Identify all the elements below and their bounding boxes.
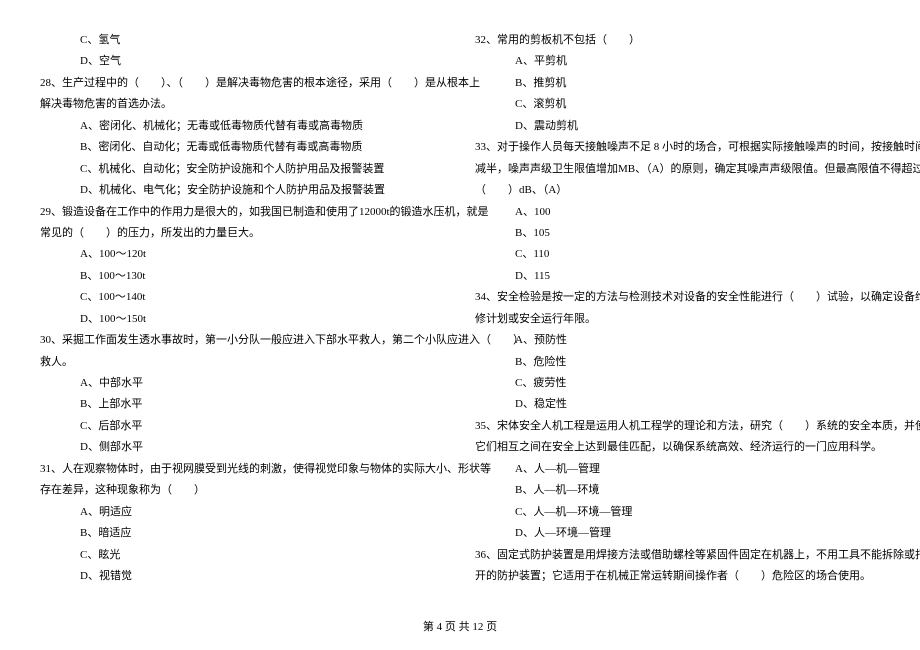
q35-stem-2: 它们相互之间在安全上达到最佳匹配，以确保系统高效、经济运行的一门应用科学。	[475, 437, 880, 458]
q33-stem-2: 减半，噪声声级卫生限值增加MB、（A）的原则，确定其噪声声级限值。但最高限值不得…	[475, 159, 880, 180]
q30-stem-2: 救人。	[40, 352, 445, 373]
q29-opt-d: D、100～150t	[40, 309, 445, 330]
q30-opt-c: C、后部水平	[40, 416, 445, 437]
q33-opt-b: B、105	[475, 223, 880, 244]
q30-opt-a: A、中部水平	[40, 373, 445, 394]
q33-opt-a: A、100	[475, 202, 880, 223]
q31-opt-a: A、明适应	[40, 502, 445, 523]
q29-opt-a: A、100～120t	[40, 244, 445, 265]
q32-opt-d: D、震动剪机	[475, 116, 880, 137]
q31-opt-c: C、眩光	[40, 545, 445, 566]
page-footer: 第 4 页 共 12 页	[0, 617, 920, 638]
q35-stem-1: 35、宋体安全人机工程是运用人机工程学的理论和方法，研究（ ）系统的安全本质，并…	[475, 416, 880, 437]
q28-opt-a: A、密闭化、机械化；无毒或低毒物质代替有毒或高毒物质	[40, 116, 445, 137]
q29-stem-2: 常见的（ ）的压力，所发出的力量巨大。	[40, 223, 445, 244]
q27-opt-d: D、空气	[40, 51, 445, 72]
q29-stem-1: 29、锻造设备在工作中的作用力是很大的，如我国已制造和使用了12000t的锻造水…	[40, 202, 445, 223]
q27-opt-c: C、氢气	[40, 30, 445, 51]
q29-opt-b: B、100～130t	[40, 266, 445, 287]
q34-opt-b: B、危险性	[475, 352, 880, 373]
q31-stem-1: 31、人在观察物体时，由于视网膜受到光线的刺激，使得视觉印象与物体的实际大小、形…	[40, 459, 445, 480]
q28-opt-d: D、机械化、电气化；安全防护设施和个人防护用品及报警装置	[40, 180, 445, 201]
q28-stem-2: 解决毒物危害的首选办法。	[40, 94, 445, 115]
q32-opt-a: A、平剪机	[475, 51, 880, 72]
q33-stem-1: 33、对于操作人员每天接触噪声不足 8 小时的场合，可根据实际接触噪声的时间，按…	[475, 137, 880, 158]
right-column: 32、常用的剪板机不包括（ ） A、平剪机 B、推剪机 C、滚剪机 D、震动剪机…	[475, 30, 880, 610]
q32-opt-b: B、推剪机	[475, 73, 880, 94]
q35-opt-d: D、人—环境—管理	[475, 523, 880, 544]
q34-stem-2: 修计划或安全运行年限。	[475, 309, 880, 330]
q33-opt-d: D、115	[475, 266, 880, 287]
q36-stem-1: 36、固定式防护装置是用焊接方法或借助螺栓等紧固件固定在机器上，不用工具不能拆除…	[475, 545, 880, 566]
q28-opt-b: B、密闭化、自动化；无毒或低毒物质代替有毒或高毒物质	[40, 137, 445, 158]
q30-stem-1: 30、采掘工作面发生透水事故时，第一小分队一般应进入下部水平救人，第二个小队应进…	[40, 330, 445, 351]
q35-opt-a: A、人—机—管理	[475, 459, 880, 480]
q34-opt-a: A、预防性	[475, 330, 880, 351]
q28-stem-1: 28、生产过程中的（ ）、（ ）是解决毒物危害的根本途径，采用（ ）是从根本上	[40, 73, 445, 94]
q34-stem-1: 34、安全检验是按一定的方法与检测技术对设备的安全性能进行（ ）试验，以确定设备…	[475, 287, 880, 308]
q31-opt-d: D、视错觉	[40, 566, 445, 587]
q33-opt-c: C、110	[475, 244, 880, 265]
q36-stem-2: 开的防护装置；它适用于在机械正常运转期间操作者（ ）危险区的场合使用。	[475, 566, 880, 587]
q35-opt-b: B、人—机—环境	[475, 480, 880, 501]
q32-opt-c: C、滚剪机	[475, 94, 880, 115]
q29-opt-c: C、100～140t	[40, 287, 445, 308]
q34-opt-c: C、疲劳性	[475, 373, 880, 394]
q35-opt-c: C、人—机—环境—管理	[475, 502, 880, 523]
q31-opt-b: B、暗适应	[40, 523, 445, 544]
q33-stem-3: （ ）dB、（A）	[475, 180, 880, 201]
q34-opt-d: D、稳定性	[475, 394, 880, 415]
q31-stem-2: 存在差异，这种现象称为（ ）	[40, 480, 445, 501]
q30-opt-d: D、侧部水平	[40, 437, 445, 458]
left-column: C、氢气 D、空气 28、生产过程中的（ ）、（ ）是解决毒物危害的根本途径，采…	[40, 30, 445, 610]
q32-stem: 32、常用的剪板机不包括（ ）	[475, 30, 880, 51]
q30-opt-b: B、上部水平	[40, 394, 445, 415]
q28-opt-c: C、机械化、自动化；安全防护设施和个人防护用品及报警装置	[40, 159, 445, 180]
